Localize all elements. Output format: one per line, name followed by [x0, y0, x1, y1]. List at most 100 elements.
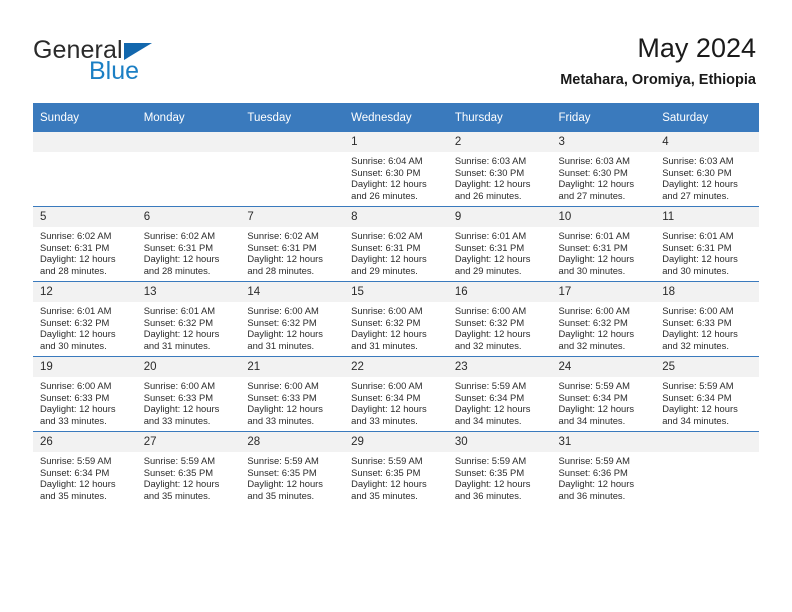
calendar-day-cell[interactable]: 10 Sunrise: 6:01 AM Sunset: 6:31 PM Dayligh…: [551, 206, 656, 282]
sunset-text: Sunset: 6:31 PM: [351, 241, 421, 253]
day-details: Sunrise: 6:00 AM Sunset: 6:32 PM Daylight:…: [344, 302, 448, 351]
weekday-header-thursday: Thursday: [447, 103, 552, 132]
daylight-text-line2: and 31 minutes.: [247, 339, 315, 351]
daylight-text-line1: Daylight: 12 hours: [662, 178, 738, 190]
day-details: Sunrise: 6:03 AM Sunset: 6:30 PM Daylight:…: [552, 152, 656, 201]
daylight-text-line2: and 33 minutes.: [143, 414, 211, 426]
day-details: Sunrise: 5:59 AM Sunset: 6:36 PM Daylight:…: [552, 452, 656, 501]
daylight-text-line1: Daylight: 12 hours: [558, 328, 635, 340]
calendar-day-cell[interactable]: 17 Sunrise: 6:00 AM Sunset: 6:32 PM Dayligh…: [551, 281, 656, 357]
daylight-text-line2: and 33 minutes.: [351, 414, 418, 426]
calendar-grid: Sunday Monday Tuesday Wednesday Thursday…: [33, 103, 759, 506]
day-number: 3: [551, 132, 656, 152]
daylight-text-line2: and 30 minutes.: [40, 339, 107, 351]
day-number: 18: [655, 282, 759, 302]
calendar-day-cell[interactable]: 4 Sunrise: 6:03 AM Sunset: 6:30 PM Daylight…: [655, 132, 759, 207]
calendar-day-cell[interactable]: 30 Sunrise: 5:59 AM Sunset: 6:35 PM Dayligh…: [447, 431, 552, 506]
calendar-day-cell[interactable]: 24 Sunrise: 5:59 AM Sunset: 6:34 PM Dayligh…: [551, 356, 656, 432]
calendar-day-cell[interactable]: 29 Sunrise: 5:59 AM Sunset: 6:35 PM Dayligh…: [344, 431, 448, 506]
calendar-day-cell[interactable]: 5 Sunrise: 6:02 AM Sunset: 6:31 PM Daylight…: [33, 206, 137, 282]
day-number: 16: [447, 282, 552, 302]
calendar-day-cell[interactable]: 13 Sunrise: 6:01 AM Sunset: 6:32 PM Dayligh…: [136, 281, 241, 357]
calendar-day-cell[interactable]: 16 Sunrise: 6:00 AM Sunset: 6:32 PM Dayligh…: [447, 281, 552, 357]
sunrise-text: Sunrise: 6:02 AM: [143, 230, 216, 241]
sunset-text: Sunset: 6:33 PM: [662, 316, 732, 328]
calendar-day-cell[interactable]: 14 Sunrise: 6:00 AM Sunset: 6:32 PM Dayligh…: [240, 281, 345, 357]
calendar-day-cell[interactable]: 19 Sunrise: 6:00 AM Sunset: 6:33 PM Dayligh…: [33, 356, 137, 432]
day-number: 6: [136, 207, 241, 227]
calendar-day-cell[interactable]: 6 Sunrise: 6:02 AM Sunset: 6:31 PM Daylight…: [136, 206, 241, 282]
sunset-text: Sunset: 6:35 PM: [454, 466, 525, 478]
daylight-text-line2: and 36 minutes.: [454, 489, 522, 501]
calendar-day-cell[interactable]: 11 Sunrise: 6:01 AM Sunset: 6:31 PM Dayligh…: [655, 206, 759, 282]
day-details: Sunrise: 6:03 AM Sunset: 6:30 PM Daylight:…: [448, 152, 552, 201]
calendar-day-cell[interactable]: 2 Sunrise: 6:03 AM Sunset: 6:30 PM Daylight…: [447, 132, 552, 207]
daylight-text-line1: Daylight: 12 hours: [454, 478, 531, 490]
sunset-text: Sunset: 6:32 PM: [454, 316, 525, 328]
page-subtitle: Metahara, Oromiya, Ethiopia: [560, 72, 756, 88]
calendar-day-cell[interactable]: 3 Sunrise: 6:03 AM Sunset: 6:30 PM Daylight…: [551, 132, 656, 207]
calendar-day-cell[interactable]: 8 Sunrise: 6:02 AM Sunset: 6:31 PM Daylight…: [344, 206, 448, 282]
calendar-day-cell[interactable]: 7 Sunrise: 6:02 AM Sunset: 6:31 PM Daylight…: [240, 206, 345, 282]
daylight-text-line1: Daylight: 12 hours: [40, 403, 116, 415]
daylight-text-line1: Daylight: 12 hours: [247, 253, 323, 265]
weekday-header-friday: Friday: [551, 103, 656, 132]
daylight-text-line1: Daylight: 12 hours: [662, 328, 738, 340]
sunset-text: Sunset: 6:34 PM: [662, 391, 732, 403]
day-number: 25: [655, 357, 759, 377]
sunrise-text: Sunrise: 5:59 AM: [454, 455, 527, 466]
sunrise-text: Sunrise: 6:00 AM: [247, 380, 319, 391]
sunset-text: Sunset: 6:31 PM: [558, 241, 628, 253]
title-block: May 2024 Metahara, Oromiya, Ethiopia: [560, 32, 756, 90]
calendar-day-cell[interactable]: 12 Sunrise: 6:01 AM Sunset: 6:32 PM Dayligh…: [33, 281, 137, 357]
daylight-text-line1: Daylight: 12 hours: [662, 253, 738, 265]
sunset-text: Sunset: 6:36 PM: [558, 466, 628, 478]
daylight-text-line2: and 34 minutes.: [558, 414, 626, 426]
day-number: 17: [551, 282, 656, 302]
calendar-day-cell[interactable]: 23 Sunrise: 5:59 AM Sunset: 6:34 PM Dayligh…: [447, 356, 552, 432]
calendar-day-cell[interactable]: 31 Sunrise: 5:59 AM Sunset: 6:36 PM Dayligh…: [551, 431, 656, 506]
sunrise-text: Sunrise: 6:03 AM: [454, 155, 527, 166]
day-details: Sunrise: 6:00 AM Sunset: 6:32 PM Daylight:…: [448, 302, 552, 351]
daylight-text-line1: Daylight: 12 hours: [558, 253, 635, 265]
sunrise-text: Sunrise: 5:59 AM: [558, 380, 630, 391]
calendar-day-cell[interactable]: 18 Sunrise: 6:00 AM Sunset: 6:33 PM Dayligh…: [655, 281, 759, 357]
calendar-day-cell[interactable]: 1 Sunrise: 6:04 AM Sunset: 6:30 PM Daylight…: [344, 132, 448, 207]
day-number: [655, 432, 759, 452]
daylight-text-line2: and 36 minutes.: [558, 489, 626, 501]
calendar-day-cell[interactable]: 28 Sunrise: 5:59 AM Sunset: 6:35 PM Dayligh…: [240, 431, 345, 506]
calendar-day-cell[interactable]: 20 Sunrise: 6:00 AM Sunset: 6:33 PM Dayligh…: [136, 356, 241, 432]
daylight-text-line2: and 26 minutes.: [351, 189, 418, 201]
day-number: 22: [344, 357, 448, 377]
daylight-text-line1: Daylight: 12 hours: [558, 403, 635, 415]
daylight-text-line1: Daylight: 12 hours: [247, 328, 323, 340]
calendar-day-cell[interactable]: 15 Sunrise: 6:00 AM Sunset: 6:32 PM Dayligh…: [344, 281, 448, 357]
day-details: Sunrise: 6:03 AM Sunset: 6:30 PM Daylight:…: [655, 152, 759, 201]
day-number: 5: [33, 207, 137, 227]
calendar-page: General Blue May 2024 Metahara, Oromiya,…: [0, 0, 792, 612]
daylight-text-line1: Daylight: 12 hours: [40, 478, 116, 490]
daylight-text-line2: and 35 minutes.: [143, 489, 211, 501]
calendar-body: 1 Sunrise: 6:04 AM Sunset: 6:30 PM Daylight…: [33, 132, 759, 506]
sunset-text: Sunset: 6:30 PM: [558, 166, 628, 178]
calendar-day-cell[interactable]: 25 Sunrise: 5:59 AM Sunset: 6:34 PM Dayligh…: [655, 356, 759, 432]
day-number: 7: [240, 207, 345, 227]
calendar-day-cell[interactable]: 27 Sunrise: 5:59 AM Sunset: 6:35 PM Dayligh…: [136, 431, 241, 506]
calendar-day-cell[interactable]: 22 Sunrise: 6:00 AM Sunset: 6:34 PM Dayligh…: [344, 356, 448, 432]
day-details: Sunrise: 6:01 AM Sunset: 6:31 PM Daylight:…: [448, 227, 552, 276]
calendar-cell-empty: [33, 132, 137, 207]
weekday-header-sunday: Sunday: [33, 103, 137, 132]
sunrise-text: Sunrise: 6:00 AM: [454, 305, 527, 316]
day-details: Sunrise: 6:02 AM Sunset: 6:31 PM Daylight:…: [33, 227, 137, 276]
day-details: Sunrise: 5:59 AM Sunset: 6:35 PM Daylight:…: [344, 452, 448, 501]
daylight-text-line1: Daylight: 12 hours: [351, 328, 427, 340]
day-number: 1: [344, 132, 448, 152]
calendar-day-cell[interactable]: 9 Sunrise: 6:01 AM Sunset: 6:31 PM Daylight…: [447, 206, 552, 282]
day-details: Sunrise: 5:59 AM Sunset: 6:34 PM Daylight:…: [33, 452, 137, 501]
day-details: Sunrise: 6:01 AM Sunset: 6:31 PM Daylight:…: [655, 227, 759, 276]
day-details: Sunrise: 6:04 AM Sunset: 6:30 PM Daylight:…: [344, 152, 448, 201]
day-number: 13: [136, 282, 241, 302]
calendar-day-cell[interactable]: 26 Sunrise: 5:59 AM Sunset: 6:34 PM Dayligh…: [33, 431, 137, 506]
calendar-day-cell[interactable]: 21 Sunrise: 6:00 AM Sunset: 6:33 PM Dayligh…: [240, 356, 345, 432]
day-details: Sunrise: 6:01 AM Sunset: 6:32 PM Daylight:…: [33, 302, 137, 351]
